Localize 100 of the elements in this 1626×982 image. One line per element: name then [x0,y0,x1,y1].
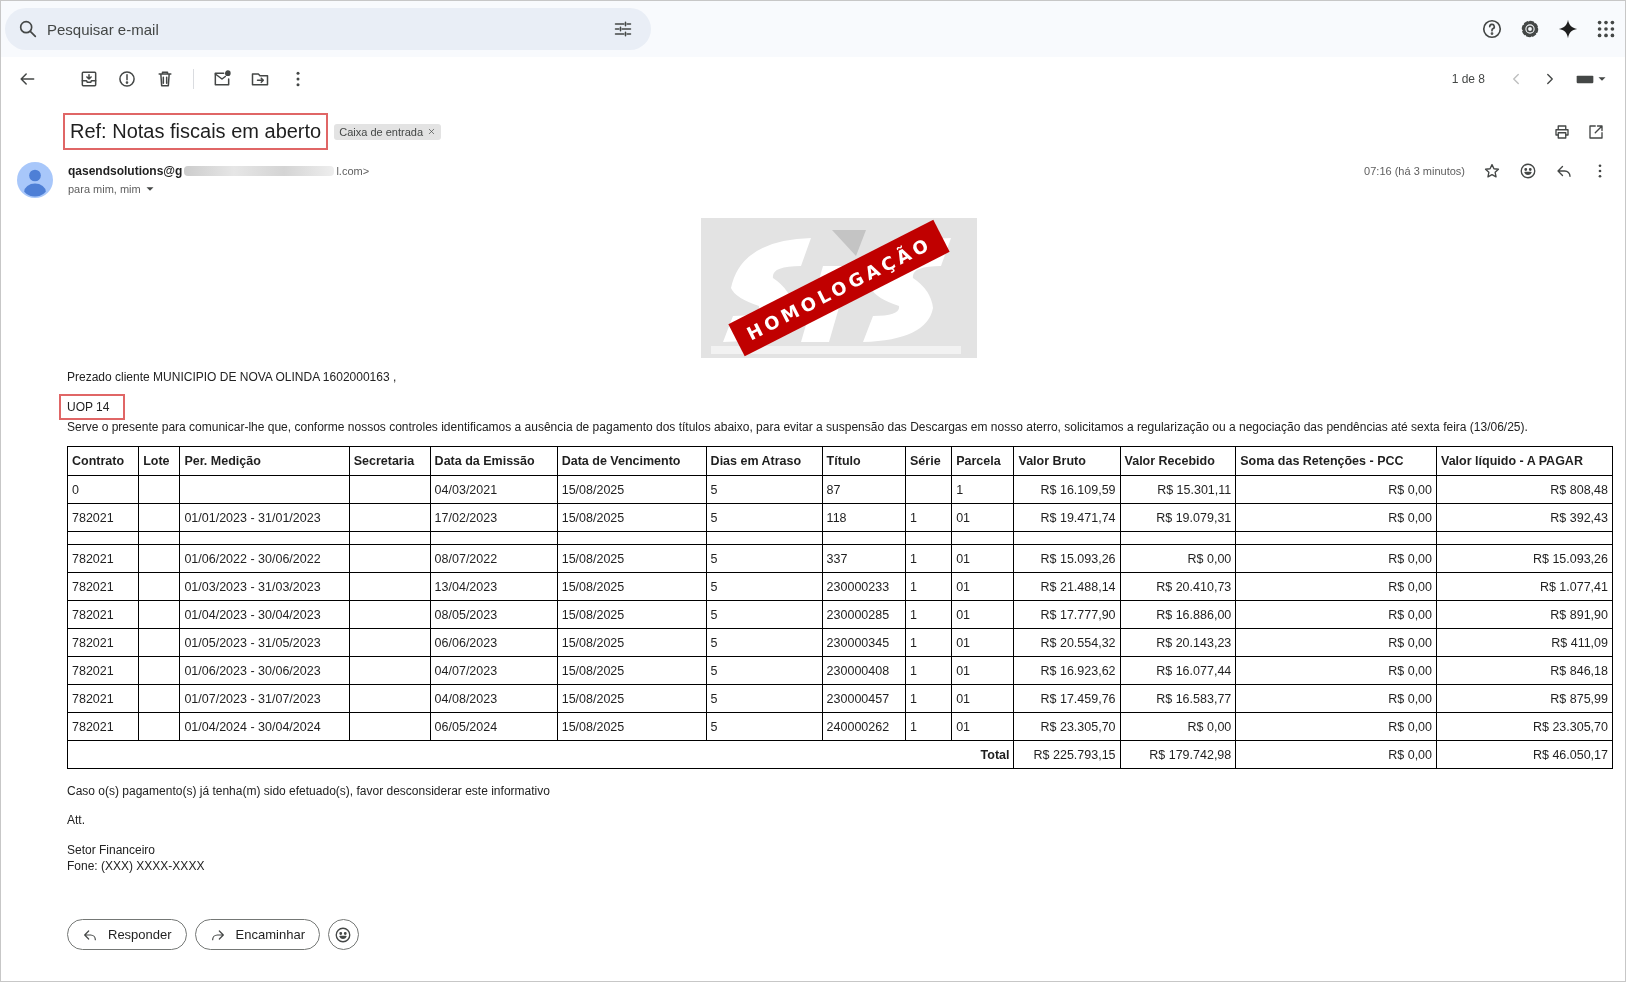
inbox-label[interactable]: Caixa de entrada [334,123,441,140]
emoji-icon[interactable] [1519,162,1537,180]
table-cell: 01/05/2023 - 31/05/2023 [179,628,350,657]
table-cell: R$ 20.554,32 [1014,628,1121,657]
table-cell: R$ 0,00 [1235,503,1437,532]
table-cell: R$ 16.923,62 [1014,656,1121,685]
table-cell: R$ 225.793,15 [1014,740,1121,769]
table-cell: 01 [951,544,1014,573]
table-cell: 782021 [67,544,139,573]
table-cell: R$ 0,00 [1235,475,1437,504]
sender-address[interactable]: qasendsolutions@g [68,164,183,178]
table-cell: 5 [706,475,823,504]
greeting-text: Prezado cliente MUNICIPIO DE NOVA OLINDA 1602000163 , [67,370,398,384]
report-icon[interactable] [117,69,137,89]
settings-icon[interactable] [1519,18,1541,40]
table-cell: 06/06/2023 [430,628,558,657]
table-cell: R$ 179.742,98 [1120,740,1236,769]
table-cell: 230000233 [822,572,906,601]
table-cell: 01/07/2023 - 31/07/2023 [179,684,350,713]
table-cell: 01 [951,600,1014,629]
table-cell: 01/03/2023 - 31/03/2023 [179,572,350,601]
table-cell: R$ 16.077,44 [1120,656,1236,685]
sender-address[interactable]: l.com> [336,165,370,177]
reply-button[interactable]: Responder [67,919,187,950]
signature-line: Fone: (XXX) XXXX-XXXX [67,859,206,873]
table-cell: R$ 0,00 [1235,544,1437,573]
table-cell: 5 [706,572,823,601]
received-time: 07:16 (há 3 minutos) [1364,165,1465,177]
table-cell: 15/08/2025 [557,628,707,657]
table-cell: 15/08/2025 [557,503,707,532]
table-cell: 15/08/2025 [557,656,707,685]
table-cell: R$ 0,00 [1235,684,1437,713]
table-cell: R$ 0,00 [1235,628,1437,657]
table-cell: 230000345 [822,628,906,657]
column-header: Série [905,446,952,476]
column-header: Secretaria [349,446,431,476]
table-cell: R$ 411,09 [1436,628,1613,657]
archive-icon[interactable] [79,69,99,89]
help-icon[interactable] [1481,18,1503,40]
table-cell: 230000285 [822,600,906,629]
table-cell: 782021 [67,656,139,685]
table-cell: 17/02/2023 [430,503,558,532]
table-cell: R$ 808,48 [1436,475,1613,504]
table-cell: 5 [706,684,823,713]
column-header: Data da Emissão [430,446,558,476]
table-cell: R$ 0,00 [1235,600,1437,629]
table-cell: 01 [951,572,1014,601]
table-cell: 782021 [67,503,139,532]
table-cell: 01 [951,503,1014,532]
table-cell: 04/08/2023 [430,684,558,713]
table-cell: R$ 17.777,90 [1014,600,1121,629]
table-cell: 01 [951,684,1014,713]
avatar-icon[interactable] [17,162,53,198]
table-cell: 782021 [67,712,139,741]
column-header: Lote [138,446,180,476]
print-icon[interactable] [1553,122,1571,141]
table-cell: R$ 0,00 [1235,656,1437,685]
star-icon[interactable] [1483,162,1501,180]
table-cell: 08/07/2022 [430,544,558,573]
closing-text: Caso o(s) pagamento(s) já tenha(m) sido efetuado(s), favor desconsiderar este informativo [67,784,551,798]
table-cell: R$ 15.093,26 [1436,544,1613,573]
table-cell: 5 [706,503,823,532]
table-cell: 782021 [67,600,139,629]
apps-icon[interactable] [1595,18,1617,40]
table-cell: R$ 19.471,74 [1014,503,1121,532]
table-cell: 15/08/2025 [557,600,707,629]
open-external-icon[interactable] [1587,122,1605,141]
table-cell: 1 [905,656,952,685]
search-icon[interactable] [17,18,39,40]
table-cell: R$ 1.077,41 [1436,572,1613,601]
close-icon[interactable] [427,127,436,136]
table-cell: 01/06/2022 - 30/06/2022 [179,544,350,573]
filter-icon[interactable] [613,19,633,39]
table-cell: 04/07/2023 [430,656,558,685]
table-cell: 08/05/2023 [430,600,558,629]
table-cell: 01/06/2023 - 30/06/2023 [179,656,350,685]
table-cell: R$ 20.410,73 [1120,572,1236,601]
column-header: Valor líquido - A PAGAR [1436,446,1613,476]
table-cell: R$ 19.079,31 [1120,503,1236,532]
table-cell: 337 [822,544,906,573]
table-cell: R$ 15.093,26 [1014,544,1121,573]
table-cell: 15/08/2025 [557,572,707,601]
emoji-icon [334,925,353,944]
table-cell: R$ 0,00 [1120,712,1236,741]
table-cell: R$ 891,90 [1436,600,1613,629]
table-cell: 5 [706,712,823,741]
forward-button[interactable]: Encaminhar [194,919,320,950]
search-field[interactable]: Pesquisar e-mail [5,8,651,50]
table-cell: 240000262 [822,712,906,741]
unread-mail-icon[interactable] [212,69,232,89]
signature-line: Setor Financeiro [67,843,157,857]
emoji-button[interactable] [328,919,359,950]
table-cell: 1 [905,544,952,573]
table-cell: 04/03/2021 [430,475,558,504]
table-cell: 15/08/2025 [557,684,707,713]
table-cell: 87 [822,475,906,504]
table-cell: R$ 46.050,17 [1436,740,1613,769]
table-cell: 01/04/2023 - 30/04/2023 [179,600,350,629]
recipients-text: para mim, mim [68,183,141,195]
table-cell: 15/08/2025 [557,544,707,573]
